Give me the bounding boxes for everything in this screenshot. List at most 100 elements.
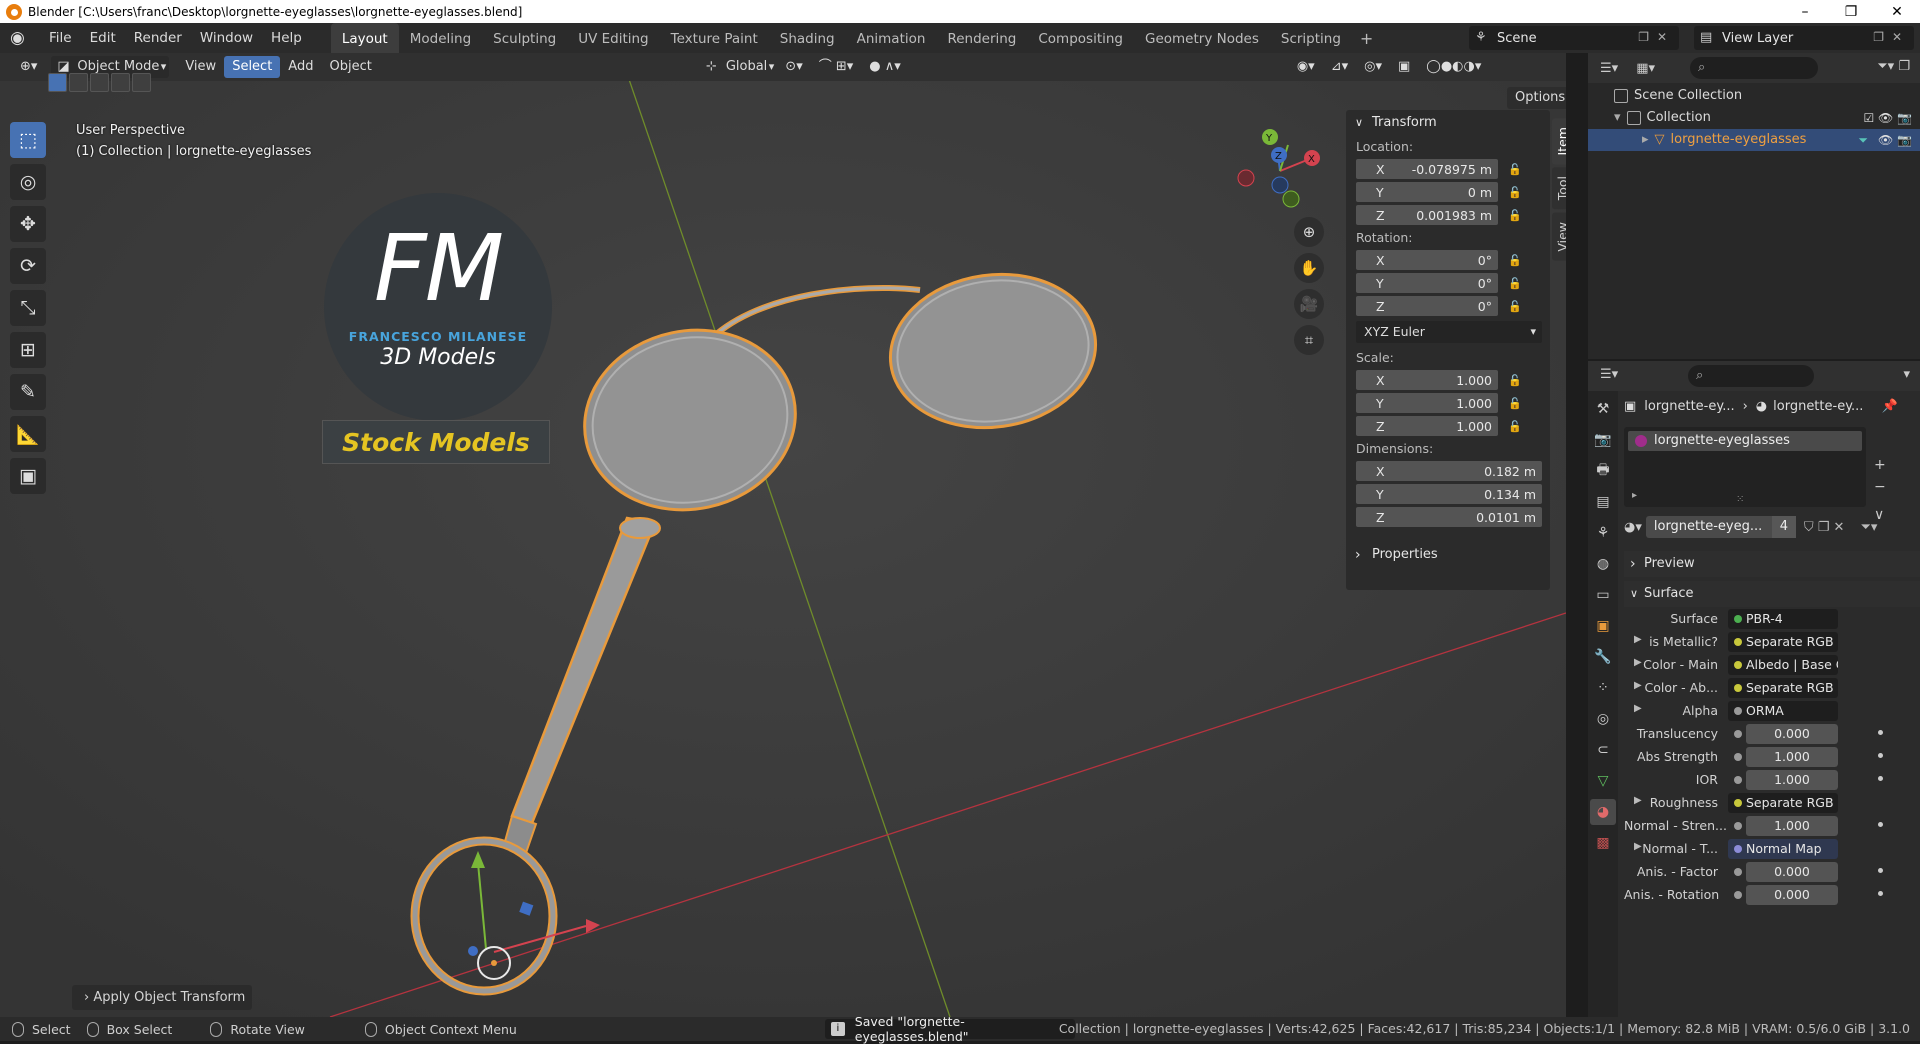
view-layer-selector[interactable]: ▤ View Layer ❐✕ [1694, 26, 1914, 50]
view-menu[interactable]: View [177, 56, 224, 78]
editor-type-icon[interactable]: ⊕▾ [12, 56, 45, 78]
tab-compositing[interactable]: Compositing [1027, 23, 1134, 53]
surface-section[interactable]: Surface [1624, 581, 1920, 607]
keyframe-dot-icon[interactable] [1878, 822, 1883, 827]
filter-icon[interactable]: ⏷▾ ❐ [1877, 59, 1910, 74]
outliner-search-input[interactable]: ⌕ [1690, 57, 1818, 79]
render-tab-icon[interactable]: 📷 [1590, 427, 1616, 453]
physics-tab-icon[interactable]: ◎ [1590, 706, 1616, 732]
transform-header[interactable]: Transform [1346, 110, 1550, 136]
constraints-tab-icon[interactable]: ⊂ [1590, 737, 1616, 763]
material-slot[interactable]: lorgnette-eyeglasses [1628, 431, 1862, 451]
surface-value-field[interactable]: 0.000 [1728, 723, 1838, 744]
measure-tool[interactable]: 📐 [10, 416, 46, 452]
close-button[interactable]: ✕ [1874, 0, 1920, 23]
outliner-object[interactable]: ▸ ▽ lorgnette-eyeglasses ⏷ 👁 📷 [1588, 129, 1920, 151]
keyframe-dot-icon[interactable] [1878, 868, 1883, 873]
object-menu[interactable]: Object [321, 56, 379, 78]
surface-link-field[interactable]: Separate RGB [1728, 631, 1838, 652]
scale-tool[interactable]: ⤡ [10, 290, 46, 326]
move-tool[interactable]: ✥ [10, 206, 46, 242]
data-tab-icon[interactable]: ▽ [1590, 768, 1616, 794]
keyframe-dot-icon[interactable] [1878, 753, 1883, 758]
scene-selector[interactable]: ⚘ Scene ❐✕ [1469, 26, 1679, 50]
lock-icon[interactable]: 🔓 [1508, 397, 1526, 410]
dimensions-z-field[interactable]: Z 0.0101 m [1356, 507, 1542, 527]
tab-uv-editing[interactable]: UV Editing [567, 23, 659, 53]
overlay-toggle-icon[interactable]: ◎▾ [1356, 56, 1390, 78]
options-button[interactable]: Options [1507, 87, 1566, 109]
rotate-tool[interactable]: ⟳ [10, 248, 46, 284]
lock-icon[interactable]: 🔓 [1508, 254, 1526, 267]
expand-icon[interactable]: ▶ [1634, 634, 1642, 645]
surface-link-field[interactable]: ORMA [1728, 700, 1838, 721]
tab-geometry-nodes[interactable]: Geometry Nodes [1134, 23, 1270, 53]
orientation-dropdown[interactable]: ⊹ Global [700, 56, 777, 78]
menu-window[interactable]: Window [191, 23, 262, 53]
expand-icon[interactable]: ▶ [1634, 795, 1642, 806]
tab-view[interactable]: View [1552, 212, 1566, 261]
object-toggles[interactable]: 👁 📷 [1878, 129, 1912, 151]
location-x-field[interactable]: X -0.078975 m [1356, 159, 1498, 179]
material-name-field[interactable]: lorgnette-eyeg... 4 [1645, 516, 1796, 538]
pin-icon[interactable]: 📌 [1881, 399, 1897, 414]
scale-z-field[interactable]: Z 1.000 [1356, 416, 1498, 436]
rotation-x-field[interactable]: X 0° [1356, 250, 1498, 270]
tab-modeling[interactable]: Modeling [399, 23, 482, 53]
last-operator-panel[interactable]: › Apply Object Transform [72, 985, 252, 1010]
select-mode-new[interactable] [48, 73, 67, 92]
status-message[interactable]: i Saved "lorgnette-eyeglasses.blend" [825, 1014, 1075, 1044]
surface-link-field[interactable]: Separate RGB [1728, 677, 1838, 698]
shading-mode-icons[interactable]: ◯●◐◑▾ [1418, 56, 1489, 78]
view-layer-buttons[interactable]: ❐✕ [1873, 30, 1910, 44]
texture-tab-icon[interactable]: ▩ [1590, 830, 1616, 856]
blender-menu-icon[interactable]: ◉ [10, 27, 32, 49]
particles-tab-icon[interactable]: ⁘ [1590, 675, 1616, 701]
slot-menu-icon[interactable]: ∨ [1874, 507, 1884, 523]
expand-icon[interactable]: ▶ [1634, 657, 1642, 668]
xray-icon[interactable]: ▣ [1390, 56, 1418, 78]
surface-link-field[interactable]: Separate RGB [1728, 792, 1838, 813]
add-workspace-icon[interactable]: + [1360, 29, 1373, 48]
browse-material-icon[interactable]: ◕▾ [1624, 520, 1642, 535]
maximize-button[interactable]: ❐ [1828, 0, 1874, 23]
collection-tab-icon[interactable]: ▭ [1590, 582, 1616, 608]
surface-value-field[interactable]: 1.000 [1728, 746, 1838, 767]
camera-view-icon[interactable]: 🎥 [1294, 289, 1324, 319]
resize-handle[interactable]: ⁙ [1736, 494, 1744, 505]
surface-link-field[interactable]: Albedo | Base Color [1728, 654, 1838, 675]
object-tab-icon[interactable]: ▣ [1590, 613, 1616, 639]
scale-x-field[interactable]: X 1.000 [1356, 370, 1498, 390]
properties-search-input[interactable]: ⌕ [1688, 365, 1814, 387]
add-cube-tool[interactable]: ▣ [10, 458, 46, 494]
rotation-y-field[interactable]: Y 0° [1356, 273, 1498, 293]
expand-icon[interactable]: ▶ [1634, 703, 1642, 714]
surface-link-field[interactable]: PBR-4 [1728, 608, 1838, 629]
outliner-collection[interactable]: ▾ Collection ☑ 👁 📷 [1588, 107, 1920, 129]
scale-y-field[interactable]: Y 1.000 [1356, 393, 1498, 413]
pivot-icon[interactable]: ⊙▾ [777, 56, 810, 78]
keyframe-dot-icon[interactable] [1878, 730, 1883, 735]
world-tab-icon[interactable]: ◍ [1590, 551, 1616, 577]
scene-tab-icon[interactable]: ⚘ [1590, 520, 1616, 546]
select-box-tool[interactable]: ⬚ [10, 122, 46, 158]
tab-shading[interactable]: Shading [769, 23, 846, 53]
view-layer-tab-icon[interactable]: ▤ [1590, 489, 1616, 515]
proportional-edit-icon[interactable]: ● ∧▾ [861, 56, 909, 78]
menu-edit[interactable]: Edit [81, 23, 125, 53]
surface-value-field[interactable]: 1.000 [1728, 815, 1838, 836]
navigation-gizmo[interactable]: X Z Y [1228, 123, 1338, 213]
minimize-button[interactable]: – [1782, 0, 1828, 23]
properties-options-icon[interactable]: ▾ [1903, 367, 1910, 382]
scene-buttons[interactable]: ❐✕ [1638, 30, 1675, 44]
display-mode-icon[interactable]: ▦▾ [1636, 61, 1655, 76]
expand-icon[interactable]: ▶ [1634, 680, 1642, 691]
tab-item[interactable]: Item [1552, 118, 1566, 165]
add-slot-icon[interactable]: + [1874, 457, 1886, 473]
lock-icon[interactable]: 🔓 [1508, 163, 1526, 176]
outliner-scene-collection[interactable]: Scene Collection [1588, 85, 1920, 107]
properties-header[interactable]: Properties [1346, 542, 1550, 568]
dimensions-y-field[interactable]: Y 0.134 m [1356, 484, 1542, 504]
select-mode-subtract[interactable] [90, 73, 109, 92]
material-actions-icon[interactable]: ⛉ ❐ ✕ [1804, 520, 1845, 535]
